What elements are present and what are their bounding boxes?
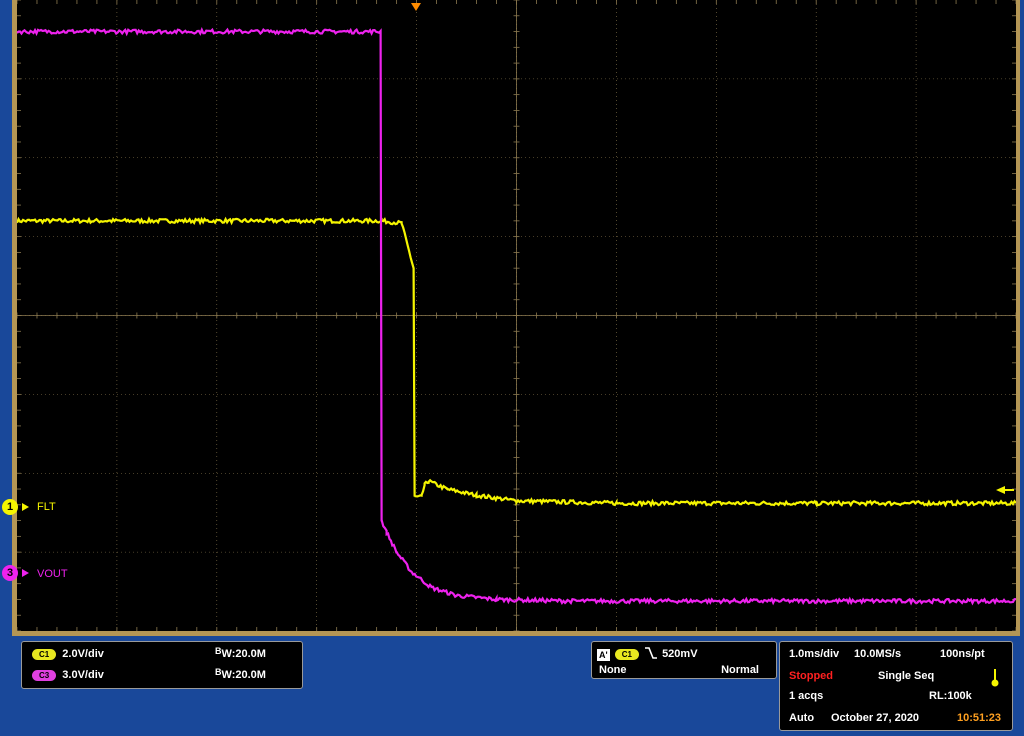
- ch3-ground-marker[interactable]: 3: [2, 565, 18, 581]
- sample-rate: 10.0MS/s: [854, 648, 902, 660]
- thermometer-icon: [991, 669, 999, 690]
- acq-state: Stopped: [789, 670, 833, 682]
- trigger-mode: Normal: [721, 664, 759, 676]
- trigger-row: A' C1 520mV: [597, 647, 698, 662]
- waveform-display: [17, 0, 1016, 631]
- waveform-svg: [17, 0, 1016, 631]
- ch1-bandwidth: BW:20.0M: [215, 646, 266, 660]
- ch3-label: VOUT: [37, 568, 68, 580]
- trigger-level: 520mV: [662, 648, 698, 661]
- trigger-badge: A': [597, 648, 610, 661]
- trigger-mode-auto: Auto: [789, 712, 815, 724]
- ch3-scale: 3.0V/div: [62, 669, 104, 681]
- ch1-bw-prefix: B: [215, 646, 222, 656]
- trigger-source-pill: C1: [614, 649, 639, 660]
- falling-edge-icon: [645, 647, 657, 662]
- trigger-panel[interactable]: A' C1 520mV None Normal: [591, 641, 777, 679]
- ch1-ground-marker[interactable]: 1: [2, 499, 18, 515]
- acq-date: October 27, 2020: [831, 712, 920, 724]
- timebase: 1.0ms/div: [789, 648, 840, 660]
- ch3-marker-arrow-icon: [22, 569, 29, 577]
- acq-count: 1 acqs: [789, 690, 824, 702]
- ch1-pill: C1: [32, 648, 57, 660]
- vertical-settings-panel[interactable]: C1 2.0V/div BW:20.0M C3 3.0V/div BW:20.0…: [21, 641, 303, 689]
- trigger-coupling: None: [599, 664, 627, 676]
- trigger-position-marker[interactable]: [411, 3, 421, 11]
- trigger-level-line: [1004, 489, 1014, 491]
- ch3-vertical-row[interactable]: C3 3.0V/div: [32, 669, 104, 681]
- ch1-scale: 2.0V/div: [62, 648, 104, 660]
- ch3-bw-value: :20.0M: [231, 669, 266, 681]
- acq-time: 10:51:23: [957, 712, 1002, 724]
- ch1-bw-value: :20.0M: [231, 648, 266, 660]
- ch3-bw-prefix: B: [215, 667, 222, 677]
- ch1-bw-sub: W: [221, 648, 232, 660]
- ch1-marker-arrow-icon: [22, 503, 29, 511]
- acq-sequence: Single Seq: [878, 670, 935, 682]
- record-length: RL:100k: [929, 690, 972, 702]
- resolution: 100ns/pt: [940, 648, 985, 660]
- ch1-label: FLT: [37, 501, 56, 513]
- ch1-vertical-row[interactable]: C1 2.0V/div: [32, 648, 104, 660]
- ch3-bandwidth: BW:20.0M: [215, 667, 266, 681]
- ch3-bw-sub: W: [221, 669, 232, 681]
- ch3-pill: C3: [32, 669, 57, 681]
- acquisition-panel[interactable]: 1.0ms/div 10.0MS/s 100ns/pt Stopped Sing…: [779, 641, 1013, 731]
